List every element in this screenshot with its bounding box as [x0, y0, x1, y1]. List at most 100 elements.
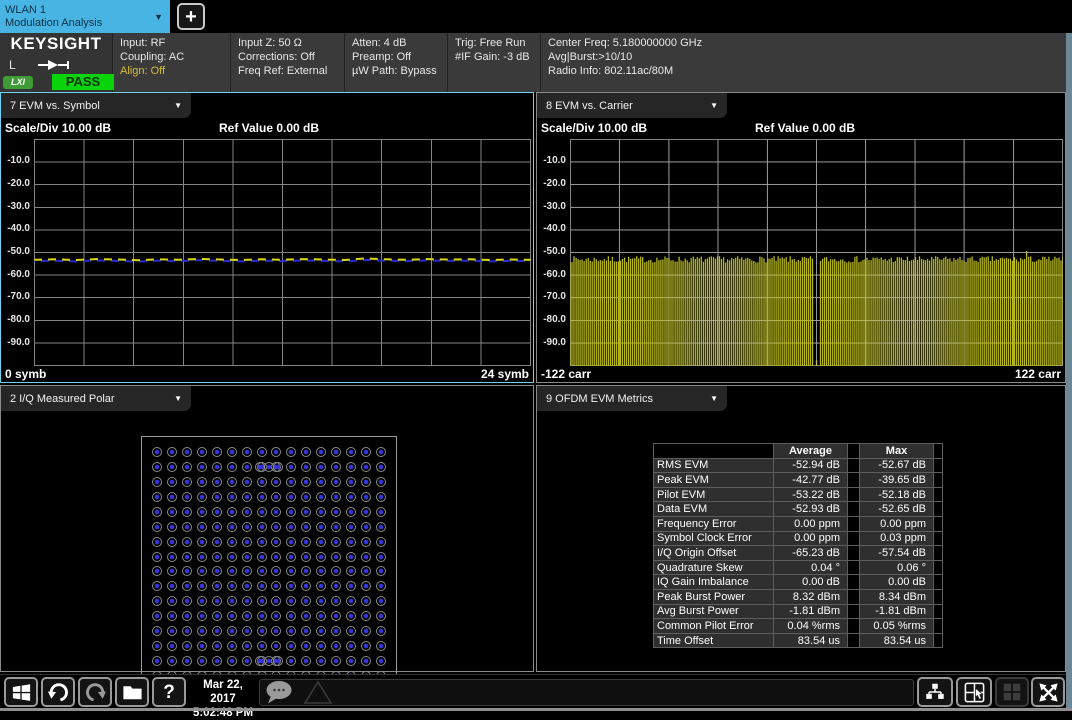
constellation-point [376, 492, 386, 502]
constellation-point [182, 656, 192, 666]
constellation-point [212, 641, 222, 651]
constellation-point [227, 447, 237, 457]
constellation-point [361, 596, 371, 606]
window-selector-evm-carrier[interactable]: 8 EVM vs. Carrier ▼ [537, 93, 727, 118]
constellation-point [361, 507, 371, 517]
constellation-point [316, 522, 326, 532]
tab-line2: Modulation Analysis [5, 17, 154, 30]
header-col-freq[interactable]: Center Freq: 5.180000000 GHz Avg|Burst:>… [540, 33, 1066, 92]
header-col-input[interactable]: Input: RF Coupling: AC Align: Off [112, 33, 230, 92]
metrics-row: Quadrature Skew0.04 °0.06 ° [654, 560, 943, 575]
constellation-point [361, 656, 371, 666]
measurement-tab[interactable]: WLAN 1 Modulation Analysis ▼ [0, 0, 170, 33]
metrics-row: Data EVM-52.93 dB-52.65 dB [654, 502, 943, 517]
datetime-display[interactable]: Mar 22, 2017 5:02:48 PM [190, 678, 256, 720]
window-selector-metrics[interactable]: 9 OFDM EVM Metrics ▼ [537, 386, 727, 411]
evm-symbol-plot-area[interactable] [34, 139, 531, 366]
constellation-point [271, 641, 281, 651]
constellation-point [286, 641, 296, 651]
constellation-point [286, 522, 296, 532]
constellation-point [182, 581, 192, 591]
metric-max-value: 0.00 ppm [860, 516, 934, 531]
window-arrange-button[interactable] [917, 677, 953, 707]
constellation-point [301, 447, 311, 457]
header-col-trigger[interactable]: Trig: Free Run #IF Gain: -3 dB [447, 33, 540, 92]
window-selector-evm-symbol[interactable]: 7 EVM vs. Symbol ▼ [1, 93, 191, 118]
constellation-point [346, 552, 356, 562]
windows-start-button[interactable] [4, 677, 38, 707]
corrections-status: Corrections: Off [238, 50, 344, 64]
y-axis-tick-label: -30.0 [7, 201, 30, 212]
undo-icon [47, 681, 70, 704]
constellation-point [316, 581, 326, 591]
constellation-point [331, 522, 341, 532]
window-selector-iq-polar[interactable]: 2 I/Q Measured Polar ▼ [1, 386, 191, 411]
metric-max-value: -52.65 dB [860, 502, 934, 517]
top-bar: WLAN 1 Modulation Analysis ▼ + [0, 0, 1072, 33]
constellation-point [361, 447, 371, 457]
constellation-point [182, 596, 192, 606]
constellation-point [182, 462, 192, 472]
constellation-point [301, 492, 311, 502]
file-save-recall-button[interactable] [115, 677, 149, 707]
constellation-diagram[interactable] [141, 436, 397, 692]
constellation-point [227, 492, 237, 502]
constellation-point [316, 507, 326, 517]
constellation-point [376, 596, 386, 606]
constellation-point [197, 611, 207, 621]
annotation-bar[interactable] [259, 679, 914, 706]
evm-carrier-plot-area[interactable] [570, 139, 1063, 366]
constellation-point [316, 611, 326, 621]
constellation-point [152, 462, 162, 472]
constellation-point [167, 596, 177, 606]
y-axis-tick-label: -60.0 [7, 269, 30, 280]
metric-label: Pilot EVM [654, 487, 774, 502]
constellation-point [227, 641, 237, 651]
constellation-point [271, 522, 281, 532]
chevron-down-icon[interactable]: ▼ [154, 12, 170, 22]
redo-button[interactable] [78, 677, 112, 707]
constellation-point [346, 626, 356, 636]
constellation-point [286, 507, 296, 517]
constellation-point [197, 641, 207, 651]
constellation-point [301, 596, 311, 606]
panel-ofdm-evm-metrics[interactable]: 9 OFDM EVM Metrics ▼ AverageMaxRMS EVM-5… [536, 385, 1066, 672]
undo-button[interactable] [41, 677, 75, 707]
constellation-point [286, 537, 296, 547]
add-window-button[interactable]: + [177, 3, 205, 30]
header-col-atten[interactable]: Atten: 4 dB Preamp: Off µW Path: Bypass [344, 33, 447, 92]
y-axis-tick-label: -30.0 [543, 201, 566, 212]
constellation-point [286, 626, 296, 636]
trig-status: Trig: Free Run [455, 36, 540, 50]
constellation-point [197, 581, 207, 591]
constellation-point [182, 447, 192, 457]
metric-avg-value: 0.00 ppm [774, 531, 848, 546]
constellation-point [182, 611, 192, 621]
panel-iq-measured-polar[interactable]: 2 I/Q Measured Polar ▼ [0, 385, 534, 672]
constellation-point [331, 581, 341, 591]
metrics-row: Avg Burst Power-1.81 dBm-1.81 dBm [654, 604, 943, 619]
select-window-button[interactable] [956, 677, 992, 707]
constellation-point [331, 447, 341, 457]
constellation-point [257, 566, 267, 576]
constellation-point [152, 611, 162, 621]
metric-label: Symbol Clock Error [654, 531, 774, 546]
radio-info-status: Radio Info: 802.11ac/80M [548, 64, 1066, 78]
constellation-point [316, 596, 326, 606]
constellation-point [257, 477, 267, 487]
constellation-point [167, 462, 177, 472]
ofdm-evm-metrics-table: AverageMaxRMS EVM-52.94 dB-52.67 dBPeak … [653, 443, 943, 648]
touch-window-icon [963, 681, 986, 704]
y-axis-tick-label: -10.0 [543, 155, 566, 166]
constellation-point [212, 656, 222, 666]
constellation-point [152, 581, 162, 591]
help-button[interactable]: ? [152, 677, 186, 707]
fullscreen-button[interactable] [1031, 677, 1065, 707]
constellation-point [182, 626, 192, 636]
constellation-point [212, 537, 222, 547]
panel-evm-vs-carrier[interactable]: 8 EVM vs. Carrier ▼ Scale/Div 10.00 dB R… [536, 92, 1066, 383]
panel-title: 8 EVM vs. Carrier [546, 100, 633, 112]
constellation-point [242, 462, 252, 472]
header-col-impedance[interactable]: Input Z: 50 Ω Corrections: Off Freq Ref:… [230, 33, 344, 92]
panel-evm-vs-symbol[interactable]: 7 EVM vs. Symbol ▼ Scale/Div 10.00 dB Re… [0, 92, 534, 383]
